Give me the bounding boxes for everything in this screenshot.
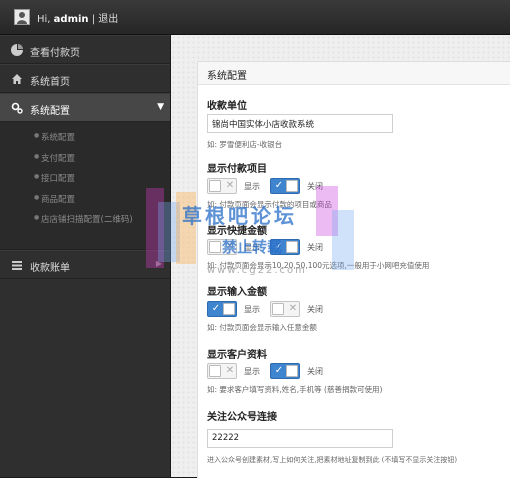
payee-input[interactable]: 锦尚中国实体小店收款系统 — [207, 114, 393, 133]
show-items-on-toggle[interactable]: ✕ — [207, 178, 237, 194]
user-avatar-icon[interactable] — [14, 9, 30, 25]
show-items-label: 显示付款项目 — [207, 164, 267, 175]
pie-chart-icon — [10, 44, 24, 56]
settings-submenu: ● 系统配置 ● 支付配置 ● 接口配置 ● 商品配置 ● 店店铺扫描配置(二维码) — [0, 122, 170, 250]
caret-down-icon: ▼ — [157, 102, 164, 112]
sidebar: 查看付款页 系统首页 系统配置 ▼ ● 系统配置 ● 支付配置 ● 接口配置 ● 商品配… — [0, 35, 170, 477]
input-amount-label: 显示输入金额 — [207, 287, 267, 298]
customer-on-label: 显示 — [244, 367, 260, 376]
input-amount-hint: 如: 付款页面会显示输入任意金额 — [207, 323, 317, 332]
show-items-off-label: 关闭 — [307, 182, 323, 191]
submenu-item-system[interactable]: ● 系统配置 — [0, 128, 170, 149]
watermark-line-1: 草根吧论坛 — [182, 204, 297, 228]
sidebar-item-pay-page[interactable]: 查看付款页 — [0, 35, 170, 64]
sidebar-item-home[interactable]: 系统首页 — [0, 64, 170, 93]
follow-link-label: 关注公众号连接 — [207, 412, 277, 423]
caret-right-icon: ▶ — [155, 259, 162, 268]
input-amount-off-toggle[interactable]: ✕ — [270, 301, 300, 317]
username: admin — [53, 14, 89, 25]
customer-on-toggle[interactable]: ✕ — [207, 363, 237, 379]
list-icon — [10, 259, 24, 271]
sidebar-item-settings[interactable]: 系统配置 ▼ — [0, 93, 170, 122]
watermark-line-2: 禁止转载 — [222, 238, 283, 256]
logout-link[interactable]: 退出 — [98, 14, 118, 25]
payee-label: 收款单位 — [207, 101, 247, 112]
user-greeting: Hi, admin | 退出 — [37, 14, 119, 25]
submenu-item-goods[interactable]: ● 商品配置 — [0, 190, 170, 211]
show-items-on-label: 显示 — [244, 182, 260, 191]
customer-label: 显示客户资料 — [207, 350, 267, 361]
follow-link-hint: 进入公众号创建素材,写上如何关注,把素材地址复制到此 (不填写不显示关注按钮) — [207, 456, 458, 464]
input-amount-on-toggle[interactable]: ✓ — [207, 301, 237, 317]
follow-link-input[interactable]: 22222 — [207, 429, 393, 448]
customer-off-toggle[interactable]: ✓ — [270, 363, 300, 379]
panel-header: 系统配置 — [198, 62, 510, 85]
quick-amount-off-label: 关闭 — [307, 243, 323, 252]
submenu-item-qrcode[interactable]: ● 店店铺扫描配置(二维码) — [0, 210, 170, 231]
input-amount-on-label: 显示 — [244, 305, 260, 314]
customer-hint: 如: 要求客户填写资料,姓名,手机等 (慈善捐款可使用) — [207, 385, 383, 394]
show-items-off-toggle[interactable]: ✓ — [270, 178, 300, 194]
submenu-item-interface[interactable]: ● 接口配置 — [0, 169, 170, 190]
customer-off-label: 关闭 — [307, 367, 323, 376]
sidebar-item-bills[interactable]: 收款账单 ▶ — [0, 250, 170, 279]
submenu-item-payment[interactable]: ● 支付配置 — [0, 149, 170, 170]
watermark-line-3: www.cg22.com — [207, 265, 307, 276]
top-bar: Hi, admin | 退出 — [0, 0, 510, 35]
payee-hint: 如: 罗雪便利店-收银台 — [207, 140, 283, 149]
panel-title: 系统配置 — [207, 71, 247, 82]
input-amount-off-label: 关闭 — [307, 305, 323, 314]
gears-icon — [10, 102, 24, 114]
home-icon — [10, 73, 24, 85]
